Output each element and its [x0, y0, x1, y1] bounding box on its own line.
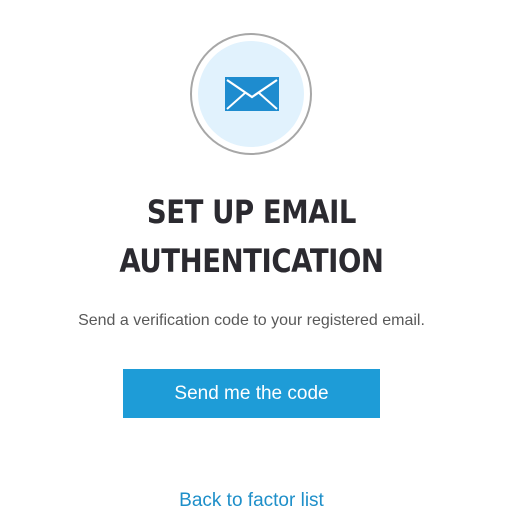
email-icon-background	[198, 41, 304, 147]
page-title-line-2: AUTHENTICATION	[119, 242, 384, 280]
email-icon-circle	[190, 33, 312, 155]
page-title: SET UP EMAIL AUTHENTICATION	[35, 188, 468, 286]
send-code-button[interactable]: Send me the code	[123, 369, 380, 418]
instruction-text: Send a verification code to your registe…	[78, 312, 425, 329]
page-title-line-1: SET UP EMAIL	[146, 193, 357, 231]
envelope-icon	[225, 77, 279, 111]
back-to-factor-list-link[interactable]: Back to factor list	[0, 489, 503, 513]
